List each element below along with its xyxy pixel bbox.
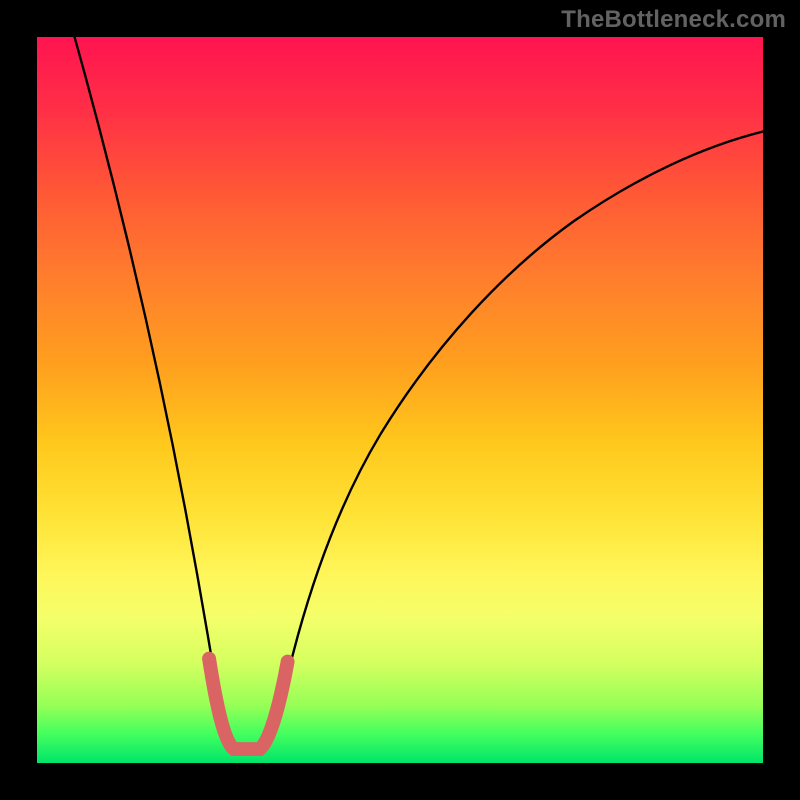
bottleneck-curve (72, 27, 763, 751)
watermark-text: TheBottleneck.com (561, 6, 786, 34)
chart-stage: TheBottleneck.com (0, 0, 800, 800)
curve-highlight (209, 659, 288, 750)
curve-svg (37, 37, 763, 763)
plot-area (35, 35, 765, 765)
